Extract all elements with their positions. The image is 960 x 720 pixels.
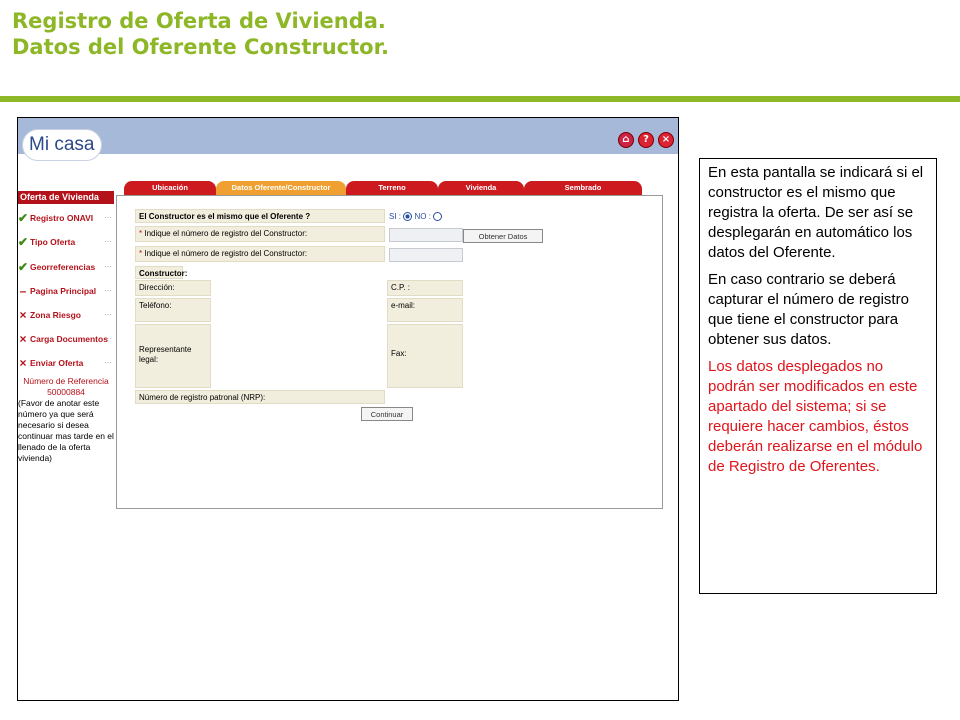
app-header	[18, 118, 678, 154]
note-paragraph-3: Los datos desplegados no podrán ser modi…	[708, 358, 923, 475]
sidebar-item-carga-documentos[interactable]: × Carga Documentos ···	[18, 331, 114, 347]
tab-sembrado[interactable]: Sembrado	[524, 181, 642, 195]
sidebar-item-zona-riesgo[interactable]: × Zona Riesgo ···	[18, 307, 114, 323]
sidebar-item-enviar-oferta[interactable]: × Enviar Oferta ···	[18, 355, 114, 371]
x-icon: ×	[19, 356, 27, 370]
obtain-data-button[interactable]: Obtener Datos	[463, 229, 543, 243]
representante-label: Representante legal:	[135, 324, 211, 388]
no-radio[interactable]	[433, 212, 443, 222]
dots-icon: ···	[104, 213, 112, 222]
help-icon[interactable]: ?	[638, 132, 654, 148]
dots-icon: ···	[104, 262, 112, 271]
slide-title-line1: Registro de Oferta de Vivienda.	[12, 9, 386, 33]
tab-datos-oferente[interactable]: Datos Oferente/Constructor	[216, 181, 346, 195]
tab-ubicacion[interactable]: Ubicación	[124, 181, 216, 195]
form-panel: El Constructor es el mismo que el Oferen…	[116, 195, 663, 509]
check-icon: ✔	[18, 235, 29, 249]
reference-block: Número de Referencia 50000884 (Favor de …	[18, 376, 114, 464]
explanation-note: En esta pantalla se indicará si el const…	[699, 158, 937, 594]
logo-text: Mi casa	[29, 134, 95, 155]
constructor-registry-input-1[interactable]	[389, 228, 463, 242]
window-icons: ⌂ ? ×	[618, 132, 674, 148]
app-logo: Mi casa	[22, 129, 102, 161]
title-rule	[0, 96, 960, 102]
fax-label: Fax:	[387, 324, 463, 388]
dots-icon: ···	[104, 286, 112, 295]
x-icon: ×	[19, 332, 27, 346]
dots-icon: ···	[104, 237, 112, 246]
field1-label-cell: * Indique el número de registro del Cons…	[135, 226, 385, 242]
field2-label: Indique el número de registro del Constr…	[144, 249, 308, 258]
sidebar-item-label: Enviar Oferta	[30, 358, 84, 368]
close-icon[interactable]: ×	[658, 132, 674, 148]
sidebar-item-label: Zona Riesgo	[30, 310, 82, 320]
slide-title-line2: Datos del Oferente Constructor.	[12, 35, 389, 59]
email-label: e-mail:	[387, 298, 463, 322]
dots-icon: ···	[104, 334, 112, 343]
constructor-registry-input-2[interactable]	[389, 248, 463, 262]
telefono-label: Teléfono:	[135, 298, 211, 322]
dots-icon: ···	[104, 358, 112, 367]
sidebar-item-tipo-oferta[interactable]: ✔ Tipo Oferta ···	[18, 234, 114, 250]
check-icon: ✔	[18, 211, 29, 225]
field1-label: Indique el número de registro del Constr…	[144, 229, 308, 238]
sidebar-item-georreferencias[interactable]: ✔ Georreferencias ···	[18, 259, 114, 275]
sidebar-item-label: Registro ONAVI	[30, 213, 94, 223]
si-label: SI :	[389, 212, 402, 221]
si-radio[interactable]	[403, 212, 413, 222]
continue-button[interactable]: Continuar	[361, 407, 413, 421]
reference-number: 50000884	[47, 387, 85, 397]
app-screenshot: Mi casa ⌂ ? × Oferta de Vivienda ✔ Regis…	[17, 117, 679, 701]
sidebar-item-label: Georreferencias	[30, 262, 96, 272]
question-label: El Constructor es el mismo que el Oferen…	[135, 209, 385, 223]
sidebar-item-label: Tipo Oferta	[30, 237, 76, 247]
sidebar-item-registro-onavi[interactable]: ✔ Registro ONAVI ···	[18, 210, 114, 226]
sidebar-item-label: Pagina Principal	[30, 286, 97, 296]
slide-title: Registro de Oferta de Vivienda. Datos de…	[12, 8, 389, 60]
dash-icon: –	[19, 284, 27, 298]
cp-label: C.P. :	[387, 280, 463, 296]
home-icon[interactable]: ⌂	[618, 132, 634, 148]
tab-vivienda[interactable]: Vivienda	[438, 181, 524, 195]
note-paragraph-2: En caso contrario se deberá capturar el …	[708, 271, 909, 348]
x-icon: ×	[19, 308, 27, 322]
section-title: Constructor:	[135, 266, 187, 279]
reference-note: (Favor de anotar este número ya que será…	[18, 398, 114, 463]
nrp-label: Número de registro patronal (NRP):	[135, 390, 385, 404]
direccion-label: Dirección:	[135, 280, 211, 296]
no-label: NO :	[414, 212, 431, 221]
sidebar-item-label: Carga Documentos	[30, 334, 108, 344]
tab-terreno[interactable]: Terreno	[346, 181, 438, 195]
field2-label-cell: * Indique el número de registro del Cons…	[135, 246, 385, 262]
sidebar-item-pagina-principal[interactable]: – Pagina Principal ···	[18, 283, 114, 299]
si-no-radio-group: SI : NO :	[389, 212, 443, 222]
sidebar-title: Oferta de Vivienda	[18, 191, 114, 204]
reference-title: Número de Referencia	[23, 376, 109, 386]
dots-icon: ···	[104, 310, 112, 319]
check-icon: ✔	[18, 260, 29, 274]
note-paragraph-1: En esta pantalla se indicará si el const…	[708, 164, 924, 261]
